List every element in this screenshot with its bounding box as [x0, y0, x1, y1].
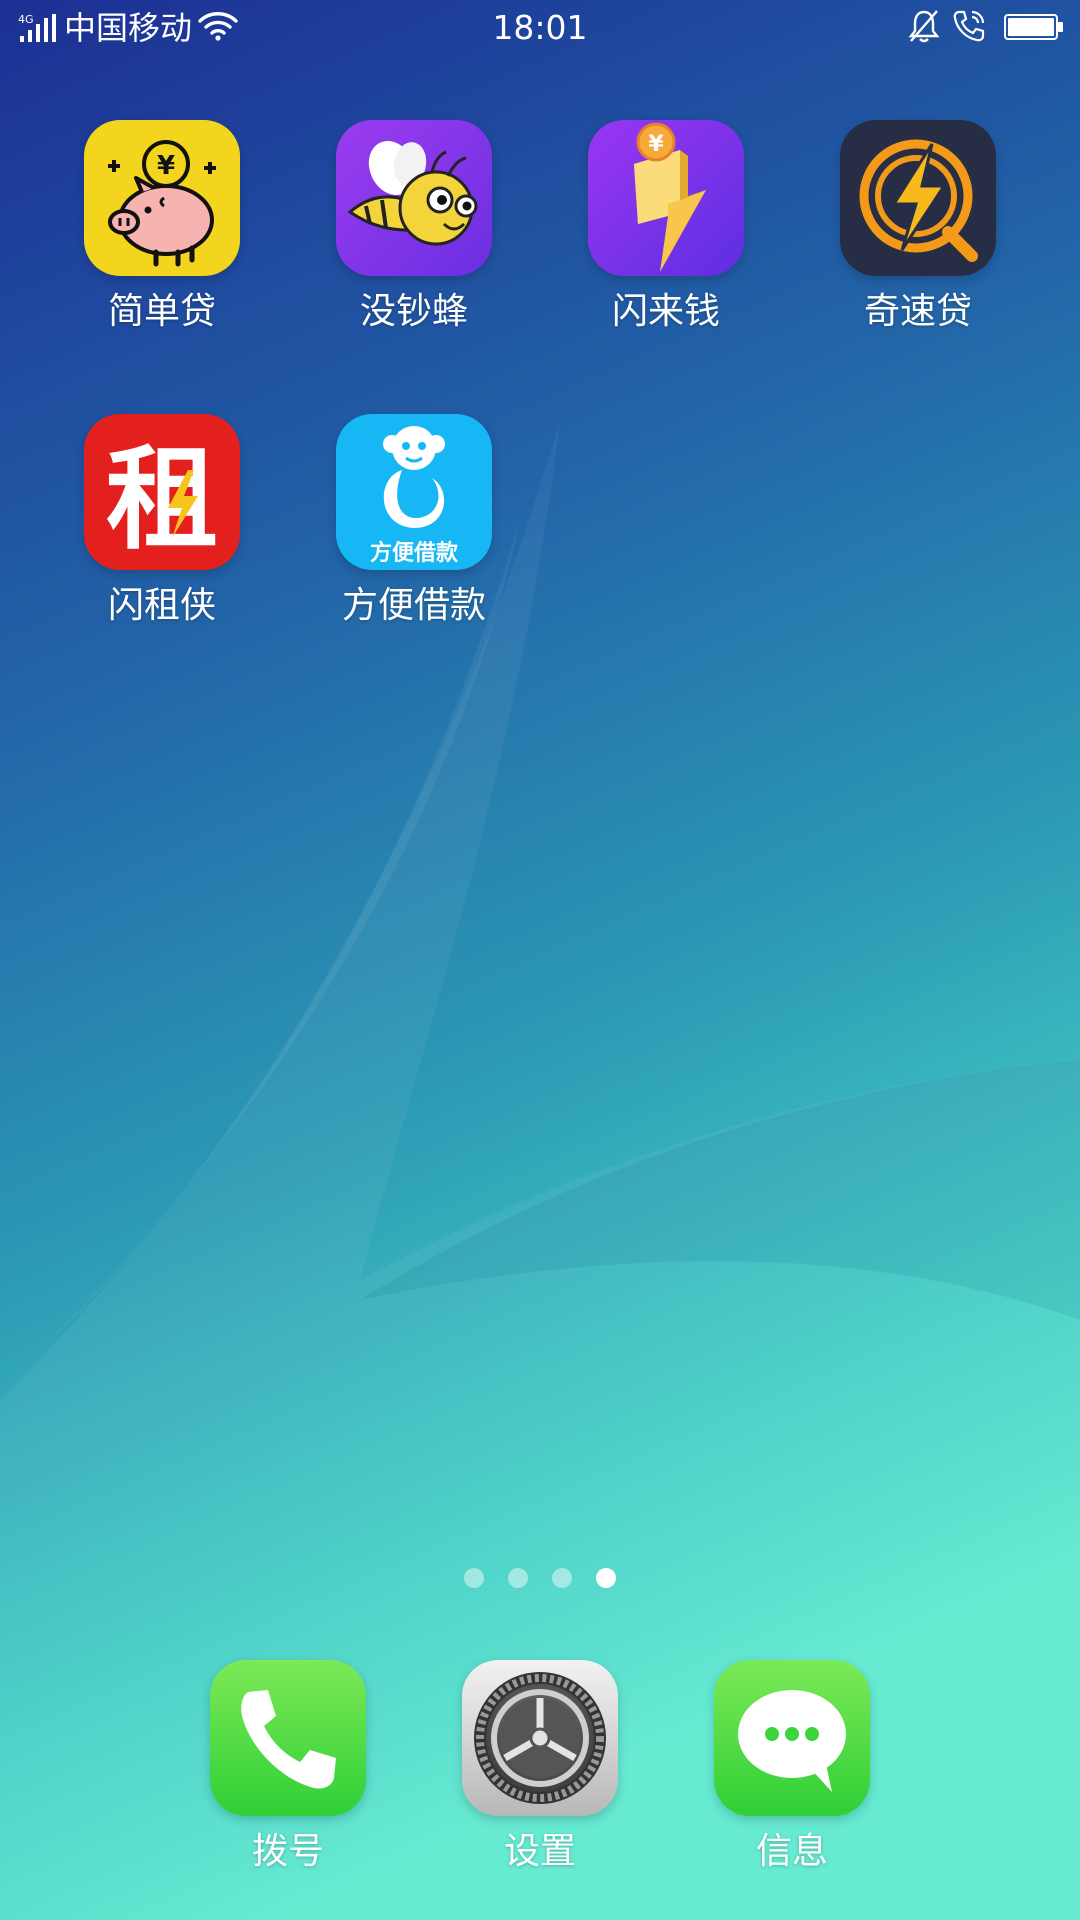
app-shanlaiqian[interactable]: ¥ 闪来钱	[566, 120, 766, 334]
app-label: 拨号	[251, 1831, 324, 1872]
app-shanzuxia[interactable]: 租 闪租侠	[62, 414, 262, 628]
gear-icon	[462, 1660, 618, 1816]
app-label: 奇速贷	[863, 291, 972, 332]
lightning-coin-icon: ¥	[588, 120, 744, 276]
app-label: 简单贷	[107, 291, 216, 332]
app-label: 设置	[503, 1831, 576, 1872]
app-qisudai[interactable]: 奇速贷	[818, 120, 1018, 334]
message-bubble-icon	[714, 1660, 870, 1816]
bee-icon	[336, 120, 492, 276]
status-bar: 4G 中国移动 18:01	[0, 0, 1080, 58]
silent-bell-icon	[908, 10, 940, 43]
app-fangbianjiekuan[interactable]: ¥ 方便借款 方便借款	[314, 414, 514, 628]
page-dot-3[interactable]	[552, 1568, 572, 1588]
phone-icon	[210, 1660, 366, 1816]
app-label: 信息	[755, 1831, 828, 1872]
zu-glyph: 租	[106, 435, 218, 565]
page-dot-4-active[interactable]	[596, 1568, 616, 1588]
zu-lightning-icon: 租	[84, 414, 240, 570]
battery-icon	[1004, 14, 1063, 40]
page-dot-1[interactable]	[464, 1568, 484, 1588]
svg-text:¥: ¥	[648, 132, 664, 157]
app-label: 闪来钱	[611, 291, 720, 332]
lightning-circle-icon	[840, 120, 996, 276]
page-indicator[interactable]	[0, 1568, 1080, 1592]
wifi-calling-icon	[953, 10, 985, 42]
monkey-yuan-icon: ¥ 方便借款	[336, 414, 492, 570]
dock-app-dialer[interactable]: 拨号	[188, 1660, 388, 1874]
app-meichaofeng[interactable]: 没钞蜂	[314, 120, 514, 334]
app-label: 方便借款	[341, 585, 486, 626]
app-jiandandai[interactable]: ¥ 简单贷	[62, 120, 262, 334]
svg-text:¥: ¥	[400, 487, 421, 522]
icon-brand-text: 方便借款	[370, 540, 459, 566]
app-label: 没钞蜂	[359, 291, 468, 332]
svg-text:¥: ¥	[157, 151, 175, 181]
dock-app-messages[interactable]: 信息	[692, 1660, 892, 1874]
piggy-bank-icon: ¥	[84, 120, 240, 276]
page-dot-2[interactable]	[508, 1568, 528, 1588]
app-label: 闪租侠	[107, 585, 216, 626]
dock-app-settings[interactable]: 设置	[440, 1660, 640, 1874]
